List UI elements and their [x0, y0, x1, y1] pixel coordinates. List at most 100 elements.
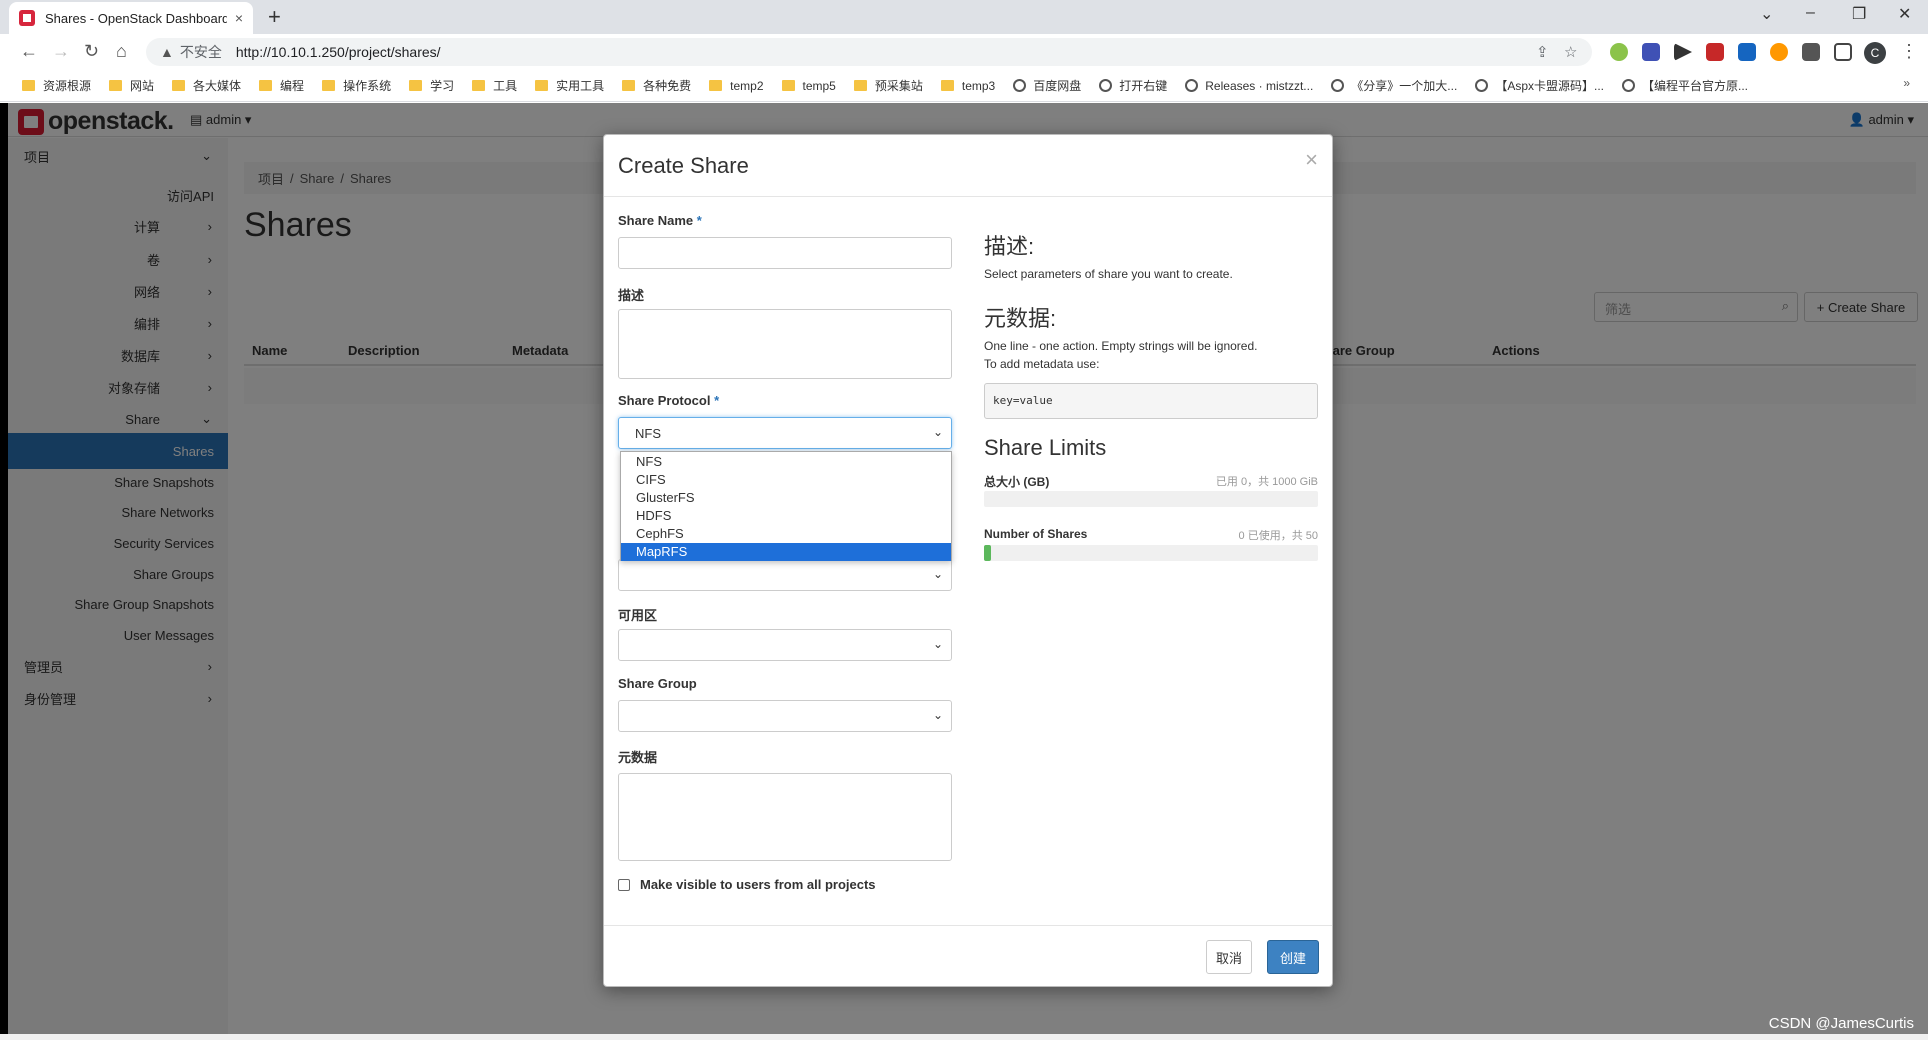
bookmark-star-icon[interactable]: ☆	[1564, 43, 1577, 61]
protocol-option[interactable]: NFS	[621, 453, 951, 471]
protocol-option[interactable]: GlusterFS	[621, 489, 951, 507]
minimize-icon[interactable]: –	[1806, 4, 1815, 22]
bookmark-item[interactable]: 工具	[472, 77, 517, 94]
tab-search-icon[interactable]: ⌄	[1760, 4, 1773, 24]
folder-icon	[472, 80, 486, 91]
ublock-icon[interactable]	[1706, 43, 1724, 61]
browser-tab[interactable]: Shares - OpenStack Dashboard ×	[9, 2, 253, 34]
bookmark-item[interactable]: 《分享》一个加大...	[1331, 77, 1457, 94]
watermark: CSDN @JamesCurtis	[1768, 1015, 1914, 1032]
chevron-down-icon: ⌄	[932, 567, 943, 581]
bookmark-item[interactable]: 预采集站	[853, 77, 923, 94]
protocol-option[interactable]: HDFS	[621, 507, 951, 525]
bookmark-item[interactable]: 实用工具	[535, 77, 604, 94]
cookie-icon[interactable]	[1770, 43, 1788, 61]
browser-menu-icon[interactable]: ⋮	[1900, 41, 1918, 62]
bookmark-label: 操作系统	[343, 79, 392, 93]
home-icon[interactable]: ⌂	[116, 41, 127, 62]
chevron-down-icon: ⌄	[932, 425, 943, 439]
protocol-label-text: Share Protocol	[618, 393, 711, 408]
address-bar[interactable]: ▲ 不安全 http://10.10.1.250/project/shares/…	[146, 38, 1592, 66]
create-button[interactable]: 创建	[1267, 940, 1319, 974]
new-tab-button[interactable]: +	[268, 4, 281, 30]
folder-icon	[409, 80, 423, 91]
url-text[interactable]: http://10.10.1.250/project/shares/	[236, 44, 441, 60]
folder-icon	[22, 80, 35, 91]
quota-size-value: 已用 0，共 1000 GiB	[1215, 476, 1318, 488]
protocol-option[interactable]: CephFS	[621, 525, 951, 543]
availability-zone-label: 可用区	[618, 608, 658, 623]
bookmark-item[interactable]: temp2	[709, 79, 764, 93]
profile-avatar[interactable]: C	[1864, 42, 1886, 64]
close-icon[interactable]: ×	[1305, 147, 1318, 173]
site-icon	[1099, 79, 1113, 92]
availability-zone-select[interactable]: ⌄	[618, 629, 952, 661]
bookmark-item[interactable]: 百度网盘	[1013, 77, 1081, 94]
site-icon	[1185, 79, 1199, 92]
extension-green-icon[interactable]	[1610, 43, 1628, 61]
quota-size-bar	[984, 491, 1318, 507]
bookmark-item[interactable]: Releases · mistzzt...	[1185, 79, 1313, 93]
bookmark-item[interactable]: 编程	[259, 77, 304, 94]
bookmark-label: Releases · mistzzt...	[1205, 78, 1314, 93]
site-icon	[1013, 79, 1027, 92]
bookmark-item[interactable]: 【Aspx卡盟源码】...	[1475, 77, 1604, 94]
chevron-down-icon: ⌄	[932, 708, 943, 722]
bookmark-item[interactable]: temp3	[940, 79, 995, 93]
share-group-label: Share Group	[618, 676, 697, 691]
public-checkbox[interactable]	[618, 879, 630, 891]
protocol-selected-value: NFS	[635, 426, 661, 441]
site-icon	[1331, 79, 1345, 92]
share-icon[interactable]: ⇪	[1536, 43, 1549, 61]
back-icon[interactable]: ←	[20, 41, 38, 62]
warning-icon: ▲	[160, 44, 174, 60]
public-checkbox-label: Make visible to users from all projects	[640, 877, 876, 892]
restore-icon[interactable]: ❐	[1852, 4, 1866, 24]
bookmark-label: 资源根源	[43, 79, 92, 93]
bookmark-item[interactable]: 操作系统	[322, 77, 391, 94]
tab-title: Shares - OpenStack Dashboard	[45, 10, 227, 26]
share-name-input[interactable]	[618, 237, 952, 269]
required-mark: *	[714, 393, 720, 408]
protocol-select[interactable]: NFS ⌄	[618, 417, 952, 449]
reload-icon[interactable]: ↻	[84, 41, 99, 62]
extension-badge-icon[interactable]	[1642, 43, 1660, 61]
extensions-puzzle-icon[interactable]	[1802, 43, 1820, 61]
metadata-textarea[interactable]	[618, 773, 952, 861]
share-name-label: Share Name *	[618, 213, 702, 228]
bookmark-item[interactable]: 【编程平台官方原...	[1622, 77, 1748, 94]
bookmark-item[interactable]: temp5	[781, 79, 836, 93]
protocol-option[interactable]: MapRFS	[621, 543, 951, 561]
bookmarks-overflow-icon[interactable]: »	[1903, 76, 1910, 90]
bookmark-item[interactable]: 打开右键	[1099, 77, 1167, 94]
bookmark-label: 打开右键	[1119, 79, 1168, 93]
bookmark-label: 网站	[130, 79, 155, 93]
share-group-select[interactable]: ⌄	[618, 700, 952, 732]
bookmark-label: 编程	[280, 79, 305, 93]
extension-u-icon[interactable]	[1738, 43, 1756, 61]
close-window-icon[interactable]: ✕	[1898, 4, 1911, 24]
window-edge	[0, 103, 8, 1040]
bookmark-item[interactable]: 资源根源	[22, 77, 91, 94]
description-textarea[interactable]	[618, 309, 952, 379]
tab-close-icon[interactable]: ×	[235, 10, 243, 26]
chevron-down-icon: ⌄	[932, 637, 943, 651]
extension-play-icon[interactable]	[1674, 43, 1692, 61]
bookmark-label: 学习	[430, 79, 455, 93]
protocol-option[interactable]: CIFS	[621, 471, 951, 489]
folder-icon	[940, 80, 954, 91]
cancel-button[interactable]: 取消	[1206, 940, 1252, 974]
bookmark-item[interactable]: 学习	[409, 77, 454, 94]
quota-count-label: Number of Shares	[984, 527, 1088, 541]
forward-icon[interactable]: →	[52, 41, 70, 62]
browser-toolbar: ← → ↻ ⌂ ▲ 不安全 http://10.10.1.250/project…	[0, 34, 1928, 70]
quota-count-value: 0 已使用，共 50	[1238, 530, 1318, 542]
bookmark-label: 【Aspx卡盟源码】...	[1495, 79, 1604, 93]
folder-icon	[172, 80, 186, 91]
bookmark-item[interactable]: 各种免费	[622, 77, 691, 94]
bookmark-item[interactable]: 网站	[109, 77, 154, 94]
metadata-example: key=value	[984, 383, 1318, 419]
share-type-select[interactable]: ⌄	[618, 559, 952, 591]
side-panel-icon[interactable]	[1834, 43, 1852, 61]
bookmark-item[interactable]: 各大媒体	[172, 77, 241, 94]
